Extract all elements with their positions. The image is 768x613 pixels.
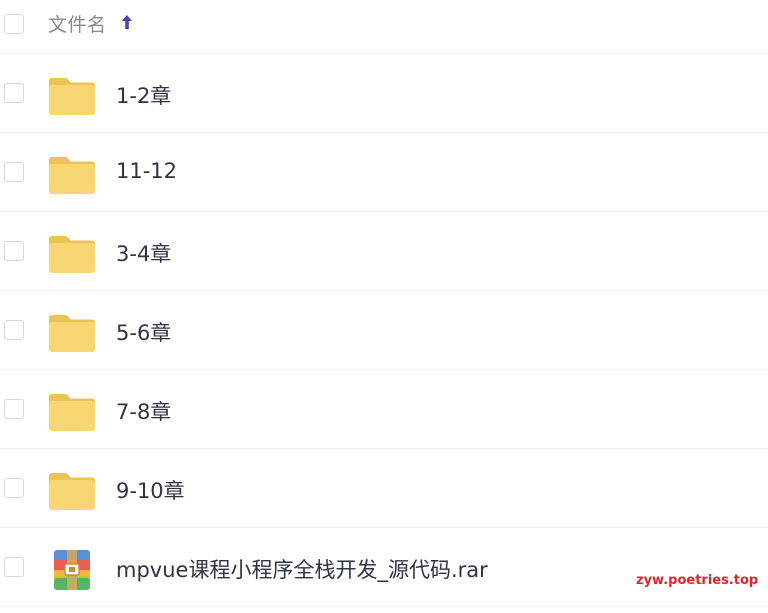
file-row[interactable]: mpvue课程小程序全栈开发_源代码.rar — [0, 528, 768, 607]
arrow-up-icon[interactable] — [120, 12, 134, 32]
folder-icon — [49, 315, 95, 352]
row-checkbox[interactable] — [4, 241, 24, 261]
file-name[interactable]: 3-4章 — [116, 238, 171, 268]
folder-icon — [49, 473, 95, 510]
file-name[interactable]: 9-10章 — [116, 475, 185, 505]
file-list-header: 文件名 — [0, 0, 768, 54]
file-row[interactable]: 1-2章 — [0, 54, 768, 133]
file-row[interactable]: 9-10章 — [0, 449, 768, 528]
file-name[interactable]: 1-2章 — [116, 80, 171, 110]
folder-icon — [49, 394, 95, 431]
file-row[interactable]: 5-6章 — [0, 291, 768, 370]
folder-icon — [49, 157, 95, 194]
folder-icon — [49, 236, 95, 273]
file-row[interactable]: 3-4章 — [0, 212, 768, 291]
file-name[interactable]: 7-8章 — [116, 396, 171, 426]
row-checkbox[interactable] — [4, 478, 24, 498]
file-list: 文件名 1-2章 11-12 3-4章 5-6章 7-8章 9-10章 mpvu… — [0, 0, 768, 613]
watermark: zyw.poetries.top — [636, 573, 759, 588]
file-row[interactable]: 7-8章 — [0, 370, 768, 449]
row-checkbox[interactable] — [4, 320, 24, 340]
rar-archive-icon — [54, 550, 90, 590]
row-checkbox[interactable] — [4, 399, 24, 419]
row-checkbox[interactable] — [4, 162, 24, 182]
row-checkbox[interactable] — [4, 557, 24, 577]
file-name[interactable]: mpvue课程小程序全栈开发_源代码.rar — [116, 554, 488, 584]
folder-icon — [49, 78, 95, 115]
file-name[interactable]: 11-12 — [116, 159, 177, 183]
filename-column-header[interactable]: 文件名 — [48, 10, 107, 37]
select-all-checkbox[interactable] — [4, 14, 24, 34]
file-row[interactable]: 11-12 — [0, 133, 768, 212]
row-checkbox[interactable] — [4, 83, 24, 103]
file-name[interactable]: 5-6章 — [116, 317, 171, 347]
